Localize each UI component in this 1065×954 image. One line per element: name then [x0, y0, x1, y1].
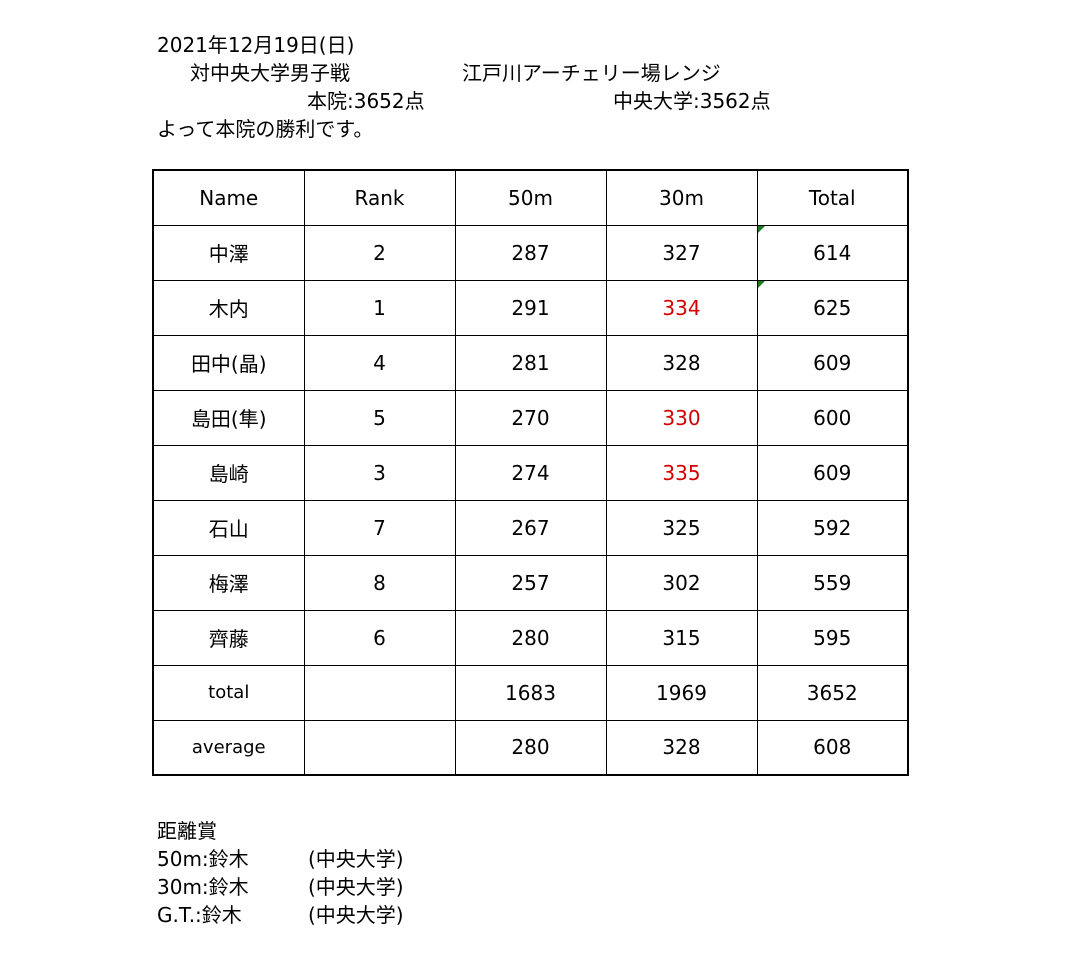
table-row: 田中(晶) 4 281 328 609: [152, 334, 909, 391]
match-result: よって本院の勝利です。: [157, 117, 374, 141]
away-score: 中央大学:3562点: [613, 89, 771, 113]
summary-label: average: [152, 719, 305, 776]
cell-name: 島田(隼): [152, 389, 305, 446]
table-row: 島崎 3 274 335 609: [152, 444, 909, 501]
cell-50m: 280: [454, 609, 607, 666]
cell-total-value: 609: [813, 350, 852, 375]
cell-30m: 335: [605, 444, 758, 501]
summary-50m: 1683: [454, 664, 607, 721]
cell-rank: 5: [303, 389, 456, 446]
summary-row: total 1683 1969 3652: [152, 664, 909, 721]
table-row: 島田(隼) 5 270 330 600: [152, 389, 909, 446]
cell-rank: 1: [303, 279, 456, 336]
cell-name: 齊藤: [152, 609, 305, 666]
cell-total: 600: [756, 389, 909, 446]
cell-total: 609: [756, 444, 909, 501]
award-team: (中央大学): [308, 903, 404, 927]
cell-30m: 302: [605, 554, 758, 611]
cell-rank: 7: [303, 499, 456, 556]
cell-50m: 274: [454, 444, 607, 501]
cell-total: 592: [756, 499, 909, 556]
score-table: Name Rank 50m 30m Total 中澤 2 287 327 614 木内 1 2…: [152, 169, 909, 776]
cell-rank: 6: [303, 609, 456, 666]
cell-total: 609: [756, 334, 909, 391]
match-date: 2021年12月19日(日): [157, 33, 355, 57]
cell-rank: 4: [303, 334, 456, 391]
cell-30m: 330: [605, 389, 758, 446]
award-team: (中央大学): [308, 875, 404, 899]
table-row: 石山 7 267 325 592: [152, 499, 909, 556]
summary-50m: 280: [454, 719, 607, 776]
cell-30m: 328: [605, 334, 758, 391]
column-header-30m: 30m: [605, 169, 758, 226]
summary-total: 608: [756, 719, 909, 776]
cell-total: 595: [756, 609, 909, 666]
cell-name: 梅澤: [152, 554, 305, 611]
summary-30m: 328: [605, 719, 758, 776]
cell-total: 614: [756, 224, 909, 281]
cell-50m: 291: [454, 279, 607, 336]
cell-50m: 257: [454, 554, 607, 611]
comment-marker-icon: [757, 280, 765, 288]
summary-row: average 280 328 608: [152, 719, 909, 776]
summary-rank: [303, 719, 456, 776]
award-distance: G.T.:鈴木: [157, 903, 242, 927]
award-distance: 50m:鈴木: [157, 847, 249, 871]
cell-rank: 8: [303, 554, 456, 611]
cell-name: 木内: [152, 279, 305, 336]
column-header-rank: Rank: [303, 169, 456, 226]
cell-50m: 267: [454, 499, 607, 556]
table-row: 木内 1 291 334 625: [152, 279, 909, 336]
cell-50m: 270: [454, 389, 607, 446]
column-header-total: Total: [756, 169, 909, 226]
award-item: 30m:鈴木 (中央大学): [157, 873, 404, 901]
cell-rank: 2: [303, 224, 456, 281]
summary-total: 3652: [756, 664, 909, 721]
cell-name: 島崎: [152, 444, 305, 501]
cell-total-value: 609: [813, 460, 852, 485]
match-venue: 江戸川アーチェリー場レンジ: [462, 61, 721, 85]
distance-awards: 距離賞 50m:鈴木 (中央大学) 30m:鈴木 (中央大学) G.T.:鈴木 …: [157, 817, 404, 929]
table-header-row: Name Rank 50m 30m Total: [152, 169, 909, 226]
cell-50m: 281: [454, 334, 607, 391]
summary-30m: 1969: [605, 664, 758, 721]
awards-title: 距離賞: [157, 819, 217, 843]
award-item: 50m:鈴木 (中央大学): [157, 845, 404, 873]
table-row: 齊藤 6 280 315 595: [152, 609, 909, 666]
column-header-50m: 50m: [454, 169, 607, 226]
cell-total: 559: [756, 554, 909, 611]
cell-total-value: 559: [813, 570, 852, 595]
cell-total-value: 595: [813, 625, 852, 650]
table-row: 梅澤 8 257 302 559: [152, 554, 909, 611]
cell-total-value: 625: [813, 295, 852, 320]
summary-rank: [303, 664, 456, 721]
cell-name: 中澤: [152, 224, 305, 281]
cell-total-value: 614: [813, 240, 852, 265]
table-row: 中澤 2 287 327 614: [152, 224, 909, 281]
award-distance: 30m:鈴木: [157, 875, 249, 899]
cell-30m: 315: [605, 609, 758, 666]
cell-30m: 327: [605, 224, 758, 281]
comment-marker-icon: [757, 225, 765, 233]
cell-50m: 287: [454, 224, 607, 281]
cell-total-value: 592: [813, 515, 852, 540]
match-title: 対中央大学男子戦: [190, 61, 350, 85]
award-item: G.T.:鈴木 (中央大学): [157, 901, 404, 929]
cell-total-value: 600: [813, 405, 852, 430]
cell-rank: 3: [303, 444, 456, 501]
cell-30m: 325: [605, 499, 758, 556]
summary-label: total: [152, 664, 305, 721]
column-header-name: Name: [152, 169, 305, 226]
cell-30m: 334: [605, 279, 758, 336]
cell-total: 625: [756, 279, 909, 336]
cell-name: 石山: [152, 499, 305, 556]
award-team: (中央大学): [308, 847, 404, 871]
cell-name: 田中(晶): [152, 334, 305, 391]
home-score: 本院:3652点: [307, 89, 425, 113]
